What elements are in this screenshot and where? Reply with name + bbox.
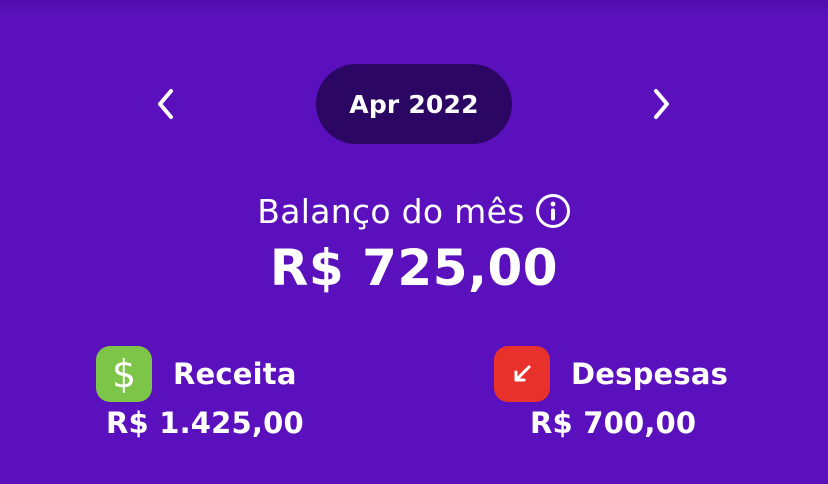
arrow-down-left-icon [514,365,531,382]
current-month-label: Apr 2022 [349,89,479,119]
income-value: R$ 1.425,00 [106,406,304,440]
balance-screen: Apr 2022 Balanço do mês R$ 725,00 $ Rece… [0,0,828,484]
next-month-button[interactable] [641,84,681,124]
expense-value: R$ 700,00 [530,406,697,440]
month-selector[interactable]: Apr 2022 [316,64,512,144]
income-summary[interactable]: $ Receita R$ 1.425,00 [96,346,356,446]
balance-label: Balanço do mês [257,191,525,231]
balance-value: R$ 725,00 [269,239,559,297]
chevron-left-icon [158,89,173,119]
expense-title: Despesas [571,357,729,391]
income-badge: $ [96,346,152,402]
expense-summary[interactable]: Despesas R$ 700,00 [494,346,754,446]
chevron-right-icon [654,89,669,119]
previous-month-button[interactable] [146,84,186,124]
expense-badge [494,346,550,402]
expense-header: Despesas [494,346,754,402]
income-title: Receita [173,357,297,391]
balance-label-row: Balanço do mês [0,188,828,234]
top-shade [0,0,828,14]
dollar-icon: $ [111,352,137,396]
info-icon[interactable] [535,193,571,229]
income-header: $ Receita [96,346,356,402]
